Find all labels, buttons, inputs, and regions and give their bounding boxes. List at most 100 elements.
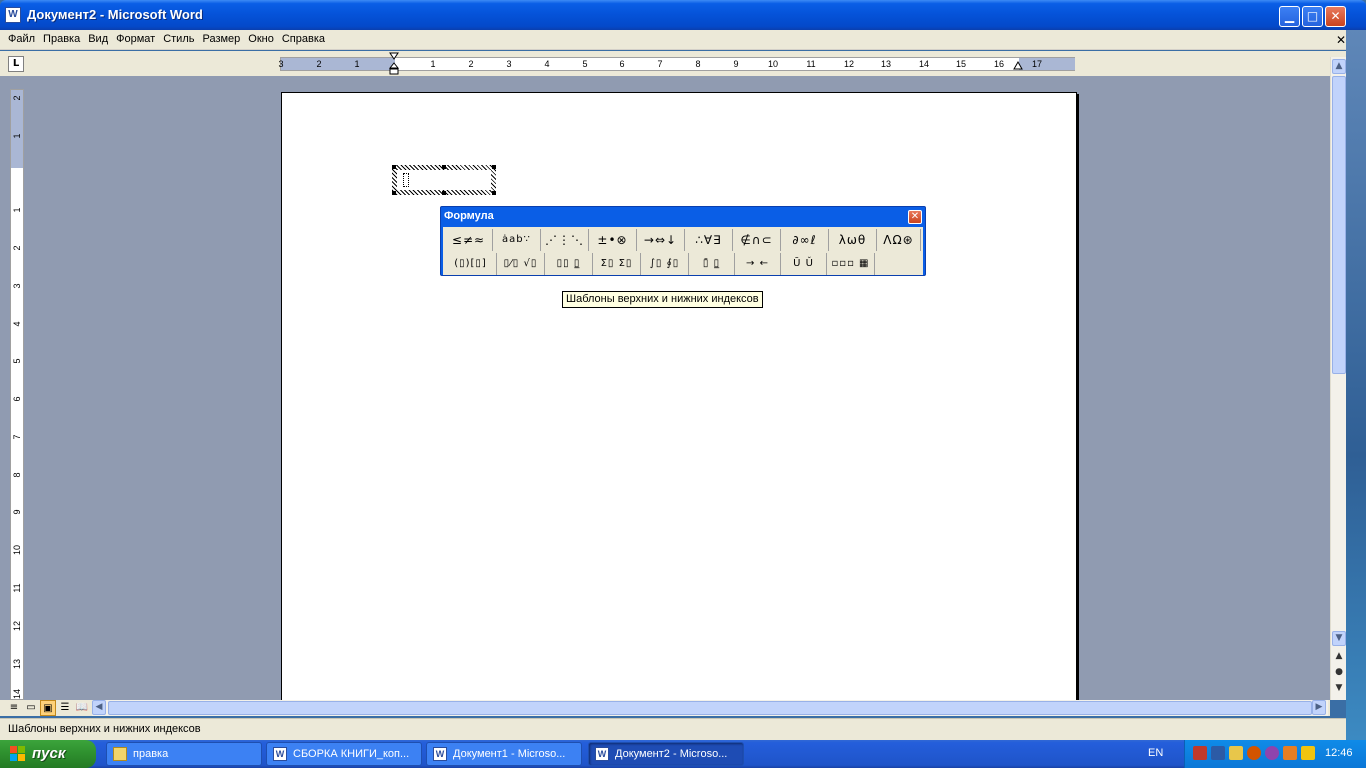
- menu-view[interactable]: Вид: [84, 30, 112, 50]
- reading-view-icon[interactable]: 📖: [74, 700, 90, 716]
- logic-button[interactable]: ∴∀∃: [685, 229, 733, 251]
- set-theory-button[interactable]: ∉∩⊂: [733, 229, 781, 251]
- taskbar-item[interactable]: правка: [106, 742, 262, 766]
- spaces-ellipses-button[interactable]: ȧab∵: [493, 229, 541, 251]
- menu-help[interactable]: Справка: [278, 30, 329, 50]
- resize-handle[interactable]: [442, 191, 446, 195]
- ruler-number: 2: [12, 95, 22, 101]
- language-indicator[interactable]: EN: [1148, 747, 1163, 759]
- document-page[interactable]: [281, 92, 1077, 700]
- resize-handle[interactable]: [492, 191, 496, 195]
- operators-button[interactable]: ±•⊗: [589, 229, 637, 251]
- equation-edit-area[interactable]: [397, 170, 491, 190]
- tab-selector-icon[interactable]: L: [8, 56, 24, 72]
- right-indent-marker-icon[interactable]: [1013, 60, 1023, 72]
- underbar-overbar-button[interactable]: ▯̄ ▯̲: [689, 253, 735, 275]
- labeled-arrow-button[interactable]: → ←: [735, 253, 781, 275]
- ruler-number: 6: [12, 396, 22, 402]
- ruler-number: 3: [12, 283, 22, 289]
- network-disconnected-icon[interactable]: [1211, 746, 1225, 760]
- close-button[interactable]: ✕: [1325, 6, 1346, 27]
- indent-marker-icon[interactable]: [389, 52, 399, 76]
- next-page-icon[interactable]: ▼: [1332, 683, 1346, 693]
- equation-input-slot[interactable]: [403, 173, 409, 187]
- vertical-ruler[interactable]: 2 1 1 2 3 4 5 6 7 8 9 10 11 12 13 14: [10, 89, 24, 700]
- taskbar-item-active[interactable]: W Документ2 - Microso...: [588, 742, 744, 766]
- ruler-number: 1: [430, 59, 436, 69]
- equation-editor-object[interactable]: [392, 165, 496, 195]
- greek-upper-button[interactable]: ΛΩ⊛: [877, 229, 921, 251]
- start-button[interactable]: пуск: [0, 740, 96, 768]
- ruler-number: 15: [955, 59, 967, 69]
- resize-handle[interactable]: [492, 165, 496, 169]
- horizontal-scrollbar[interactable]: ◀ ▶: [92, 700, 1328, 716]
- scroll-right-button[interactable]: ▶: [1312, 700, 1326, 715]
- menu-file[interactable]: Файл: [4, 30, 39, 50]
- vertical-scrollbar[interactable]: ▲ ▼ ▲ ● ▼: [1330, 57, 1346, 700]
- menu-style[interactable]: Стиль: [159, 30, 198, 50]
- summation-button[interactable]: Σ▯ Σ▯: [593, 253, 641, 275]
- vertical-scroll-thumb[interactable]: [1332, 76, 1346, 374]
- clock[interactable]: 12:46: [1325, 747, 1353, 759]
- outline-view-icon[interactable]: ☰: [57, 700, 73, 716]
- taskbar-item-label: СБОРКА КНИГИ_коп...: [293, 748, 410, 760]
- battery-icon[interactable]: [1301, 746, 1315, 760]
- taskbar-item[interactable]: W СБОРКА КНИГИ_коп...: [266, 742, 422, 766]
- palette-close-button[interactable]: ✕: [908, 210, 922, 224]
- fraction-radical-button[interactable]: ▯⁄▯ √▯: [497, 253, 545, 275]
- previous-page-icon[interactable]: ▲: [1332, 651, 1346, 661]
- products-set-button[interactable]: Ū Ǔ: [781, 253, 827, 275]
- ruler-number: 13: [880, 59, 892, 69]
- resize-handle[interactable]: [442, 165, 446, 169]
- taskbar-item[interactable]: W Документ1 - Microso...: [426, 742, 582, 766]
- ruler-number: 16: [993, 59, 1005, 69]
- taskbar-item-label: правка: [133, 748, 169, 760]
- word-doc-icon: W: [273, 747, 287, 761]
- formula-palette[interactable]: Формула ✕ ≤≠≈ ȧab∵ ⋰⋮⋱ ±•⊗ →⇔↓ ∴∀∃ ∉∩⊂ ∂…: [440, 206, 926, 276]
- maximize-button[interactable]: □: [1302, 6, 1323, 27]
- ruler-number: 11: [12, 583, 22, 593]
- update-icon[interactable]: [1265, 746, 1279, 760]
- subscript-superscript-button[interactable]: ▯▯ ▯̲: [545, 253, 593, 275]
- resize-handle[interactable]: [392, 191, 396, 195]
- menu-window[interactable]: Окно: [244, 30, 278, 50]
- horizontal-ruler[interactable]: 3 2 1 1 2 3 4 5 6 7 8 9 10 11 12 13 14 1…: [278, 57, 1075, 71]
- relations-button[interactable]: ≤≠≈: [445, 229, 493, 251]
- volume-icon[interactable]: [1229, 746, 1243, 760]
- print-layout-view-icon[interactable]: ▣: [40, 700, 56, 716]
- messenger-icon[interactable]: [1283, 746, 1297, 760]
- horizontal-scroll-thumb[interactable]: [108, 701, 1312, 715]
- resize-handle[interactable]: [392, 165, 396, 169]
- window-title-bar[interactable]: W Документ2 - Microsoft Word ▁ □ ✕: [0, 0, 1366, 30]
- network-icon[interactable]: [1193, 746, 1207, 760]
- palette-symbol-row: ≤≠≈ ȧab∵ ⋰⋮⋱ ±•⊗ →⇔↓ ∴∀∃ ∉∩⊂ ∂∞ℓ λωθ ΛΩ⊛: [445, 229, 921, 251]
- menu-edit[interactable]: Правка: [39, 30, 84, 50]
- browse-object-icon[interactable]: ●: [1332, 667, 1346, 677]
- ruler-number: 12: [843, 59, 855, 69]
- security-icon[interactable]: [1247, 746, 1261, 760]
- desktop-background: [1346, 30, 1366, 740]
- word-app-icon[interactable]: W: [5, 7, 21, 23]
- scroll-left-button[interactable]: ◀: [92, 700, 106, 715]
- embellishments-button[interactable]: ⋰⋮⋱: [541, 229, 589, 251]
- misc-symbols-button[interactable]: ∂∞ℓ: [781, 229, 829, 251]
- matrix-button[interactable]: ▫▫▫ ▦: [827, 253, 875, 275]
- ruler-number: 2: [468, 59, 474, 69]
- fence-templates-button[interactable]: (▯)[▯]: [445, 253, 497, 275]
- minimize-button[interactable]: ▁: [1279, 6, 1300, 27]
- ruler-number: 9: [733, 59, 739, 69]
- document-workspace: 2 1 1 2 3 4 5 6 7 8 9 10 11 12 13 14: [0, 76, 1330, 700]
- ruler-number: 1: [12, 207, 22, 213]
- ruler-number: 2: [316, 59, 322, 69]
- palette-body: ≤≠≈ ȧab∵ ⋰⋮⋱ ±•⊗ →⇔↓ ∴∀∃ ∉∩⊂ ∂∞ℓ λωθ ΛΩ⊛…: [443, 227, 923, 275]
- normal-view-icon[interactable]: ≡: [6, 700, 22, 716]
- scroll-down-button[interactable]: ▼: [1332, 631, 1346, 646]
- arrows-button[interactable]: →⇔↓: [637, 229, 685, 251]
- scroll-up-button[interactable]: ▲: [1332, 59, 1346, 74]
- greek-lower-button[interactable]: λωθ: [829, 229, 877, 251]
- integral-button[interactable]: ∫▯ ∮▯: [641, 253, 689, 275]
- menu-format[interactable]: Формат: [112, 30, 159, 50]
- taskbar-item-label: Документ1 - Microso...: [453, 748, 566, 760]
- menu-size[interactable]: Размер: [198, 30, 244, 50]
- web-view-icon[interactable]: ▭: [23, 700, 39, 716]
